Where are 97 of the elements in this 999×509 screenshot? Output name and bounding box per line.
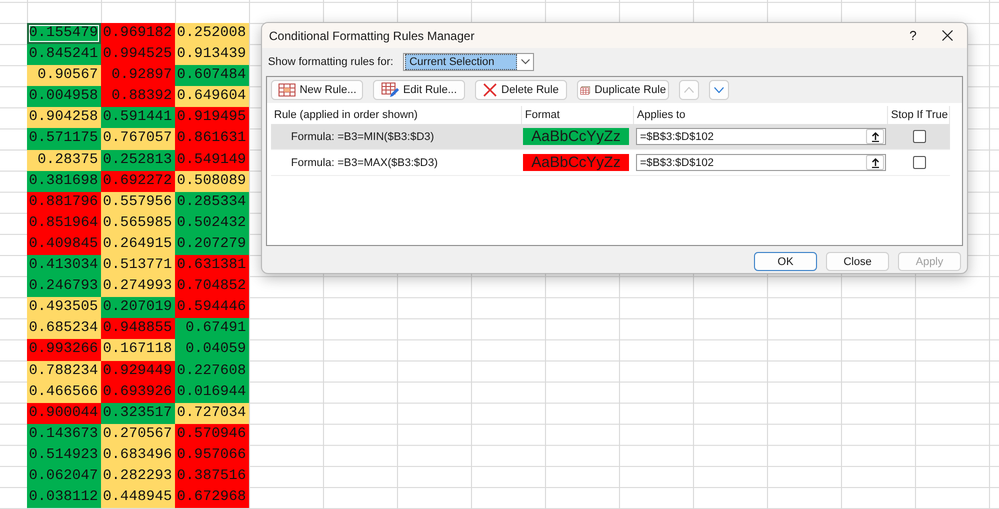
applies-to-field[interactable]: =$B$3:$D$102 — [636, 154, 886, 171]
spreadsheet-cell[interactable]: 0.948855 — [101, 318, 175, 340]
spreadsheet-cell[interactable]: 0.413034 — [27, 255, 101, 276]
spreadsheet-cell[interactable]: 0.038112 — [27, 487, 101, 508]
spreadsheet-cell[interactable]: 0.693926 — [101, 382, 175, 403]
spreadsheet-cell[interactable]: 0.264915 — [101, 234, 175, 256]
spreadsheet-cell[interactable]: 0.387516 — [175, 466, 249, 488]
spreadsheet-cell[interactable]: 0.861631 — [175, 128, 249, 150]
chevron-up-icon — [684, 87, 694, 93]
applies-to-field[interactable]: =$B$3:$D$102 — [636, 128, 886, 145]
spreadsheet-cell[interactable]: 0.409845 — [27, 234, 101, 256]
dialog-button[interactable]: Close — [826, 252, 889, 271]
toolbar-button[interactable]: Duplicate Rule — [577, 80, 669, 100]
spreadsheet-cell[interactable]: 0.493505 — [27, 297, 101, 318]
toolbar-button[interactable]: Edit Rule... — [373, 80, 465, 100]
spreadsheet-cell[interactable]: 0.727034 — [175, 402, 249, 424]
close-icon[interactable] — [942, 30, 953, 41]
spreadsheet-cell[interactable]: 0.631381 — [175, 255, 249, 276]
table-pencil-icon — [381, 82, 400, 98]
spreadsheet-cell[interactable]: 0.282293 — [101, 466, 175, 488]
spreadsheet-cell[interactable]: 0.913439 — [175, 44, 249, 66]
collapse-dialog-button[interactable] — [866, 155, 884, 170]
spreadsheet-cell[interactable]: 0.062047 — [27, 466, 101, 488]
spreadsheet-cell[interactable]: 0.502432 — [175, 212, 249, 234]
spreadsheet-cell[interactable]: 0.514923 — [27, 444, 101, 466]
spreadsheet-cell[interactable]: 0.607484 — [175, 65, 249, 86]
spreadsheet-cell[interactable]: 0.994525 — [101, 44, 175, 66]
spreadsheet-cell[interactable]: 0.692272 — [101, 170, 175, 192]
spreadsheet-cell[interactable]: 0.900044 — [27, 402, 101, 424]
spreadsheet-cell[interactable]: 0.274993 — [101, 276, 175, 298]
chevron-down-icon — [521, 59, 530, 65]
spreadsheet-cell[interactable]: 0.557956 — [101, 192, 175, 213]
spreadsheet-cell[interactable]: 0.270567 — [101, 424, 175, 445]
spreadsheet-cell[interactable]: 0.92897 — [101, 65, 175, 86]
spreadsheet-cell[interactable]: 0.549149 — [175, 150, 249, 171]
spreadsheet-cell[interactable]: 0.767057 — [101, 128, 175, 150]
spreadsheet-cell[interactable]: 0.207279 — [175, 234, 249, 256]
spreadsheet-cell[interactable]: 0.929449 — [101, 360, 175, 382]
rule-formula[interactable]: Formula: =B3=MAX($B3:$D3) — [291, 156, 438, 168]
spreadsheet-cell[interactable]: 0.571175 — [27, 128, 101, 150]
format-preview: AaBbCcYyZz — [523, 154, 629, 171]
spreadsheet-cell[interactable]: 0.845241 — [27, 44, 101, 66]
spreadsheet-cell[interactable]: 0.381698 — [27, 170, 101, 192]
dialog-button[interactable]: OK — [754, 252, 817, 271]
spreadsheet-cell[interactable]: 0.788234 — [27, 360, 101, 382]
stop-if-true-checkbox[interactable] — [912, 130, 926, 143]
spreadsheet-cell[interactable]: 0.016944 — [175, 382, 249, 403]
spreadsheet-cell[interactable]: 0.167118 — [101, 339, 175, 360]
spreadsheet-cell[interactable]: 0.508089 — [175, 170, 249, 192]
spreadsheet-cell[interactable]: 0.594446 — [175, 297, 249, 318]
toolbar-button[interactable]: Delete Rule — [475, 80, 567, 100]
x-icon — [483, 83, 498, 97]
help-button[interactable]: ? — [890, 28, 936, 43]
spreadsheet-cell[interactable]: 0.591441 — [101, 107, 175, 128]
spreadsheet-cell[interactable]: 0.704852 — [175, 276, 249, 298]
rules-scope-dropdown[interactable]: Current Selection — [403, 53, 534, 71]
spreadsheet-cell[interactable]: 0.685234 — [27, 318, 101, 340]
dialog-title: Conditional Formatting Rules Manager — [269, 28, 476, 42]
collapse-dialog-button[interactable] — [866, 129, 884, 144]
spreadsheet-cell[interactable]: 0.448945 — [101, 487, 175, 508]
format-preview: AaBbCcYyZz — [523, 128, 629, 145]
spreadsheet-cell[interactable]: 0.90567 — [27, 65, 101, 86]
spreadsheet-cell[interactable]: 0.919495 — [175, 107, 249, 128]
spreadsheet-cell[interactable]: 0.993266 — [27, 339, 101, 360]
spreadsheet-cell[interactable]: 0.672968 — [175, 487, 249, 508]
spreadsheet-cell[interactable]: 0.67491 — [175, 318, 249, 340]
spreadsheet-cell[interactable]: 0.04059 — [175, 339, 249, 360]
spreadsheet-cell[interactable]: 0.246793 — [27, 276, 101, 298]
spreadsheet-cell[interactable]: 0.252813 — [101, 150, 175, 171]
spreadsheet-cell[interactable]: 0.004958 — [27, 86, 101, 108]
field-label: Show formatting rules for: — [268, 56, 394, 68]
spreadsheet-cell[interactable]: 0.570946 — [175, 424, 249, 445]
spreadsheet-cell[interactable]: 0.513771 — [101, 255, 175, 276]
move-down-button[interactable] — [709, 80, 729, 100]
spreadsheet-cell[interactable]: 0.683496 — [101, 444, 175, 466]
toolbar-button[interactable]: New Rule... — [271, 80, 363, 100]
spreadsheet-cell[interactable]: 0.565985 — [101, 212, 175, 234]
spreadsheet-cell[interactable]: 0.88392 — [101, 86, 175, 108]
table-icon — [278, 83, 296, 97]
stop-if-true-checkbox[interactable] — [912, 156, 926, 169]
spreadsheet-cell[interactable]: 0.323517 — [101, 402, 175, 424]
spreadsheet-cell[interactable]: 0.285334 — [175, 192, 249, 213]
spreadsheet-cell[interactable]: 0.227608 — [175, 360, 249, 382]
spreadsheet-cell[interactable]: 0.466566 — [27, 382, 101, 403]
spreadsheet-cell[interactable]: 0.649604 — [175, 86, 249, 108]
spreadsheet-cell[interactable]: 0.252008 — [175, 23, 249, 44]
spreadsheet-cell[interactable]: 0.969182 — [101, 23, 175, 44]
spreadsheet-cell[interactable]: 0.904258 — [27, 107, 101, 128]
spreadsheet-cell[interactable]: 0.957066 — [175, 444, 249, 466]
spreadsheet-cell[interactable]: 0.28375 — [27, 150, 101, 171]
spreadsheet-cell[interactable]: 0.143673 — [27, 424, 101, 445]
upload-arrow-icon — [870, 132, 880, 142]
spreadsheet-cell[interactable]: 0.881796 — [27, 192, 101, 213]
spreadsheet-cell[interactable]: 0.207019 — [101, 297, 175, 318]
chevron-down-icon — [714, 87, 724, 93]
upload-arrow-icon — [870, 158, 880, 168]
spreadsheet-cell[interactable]: 0.851964 — [27, 212, 101, 234]
